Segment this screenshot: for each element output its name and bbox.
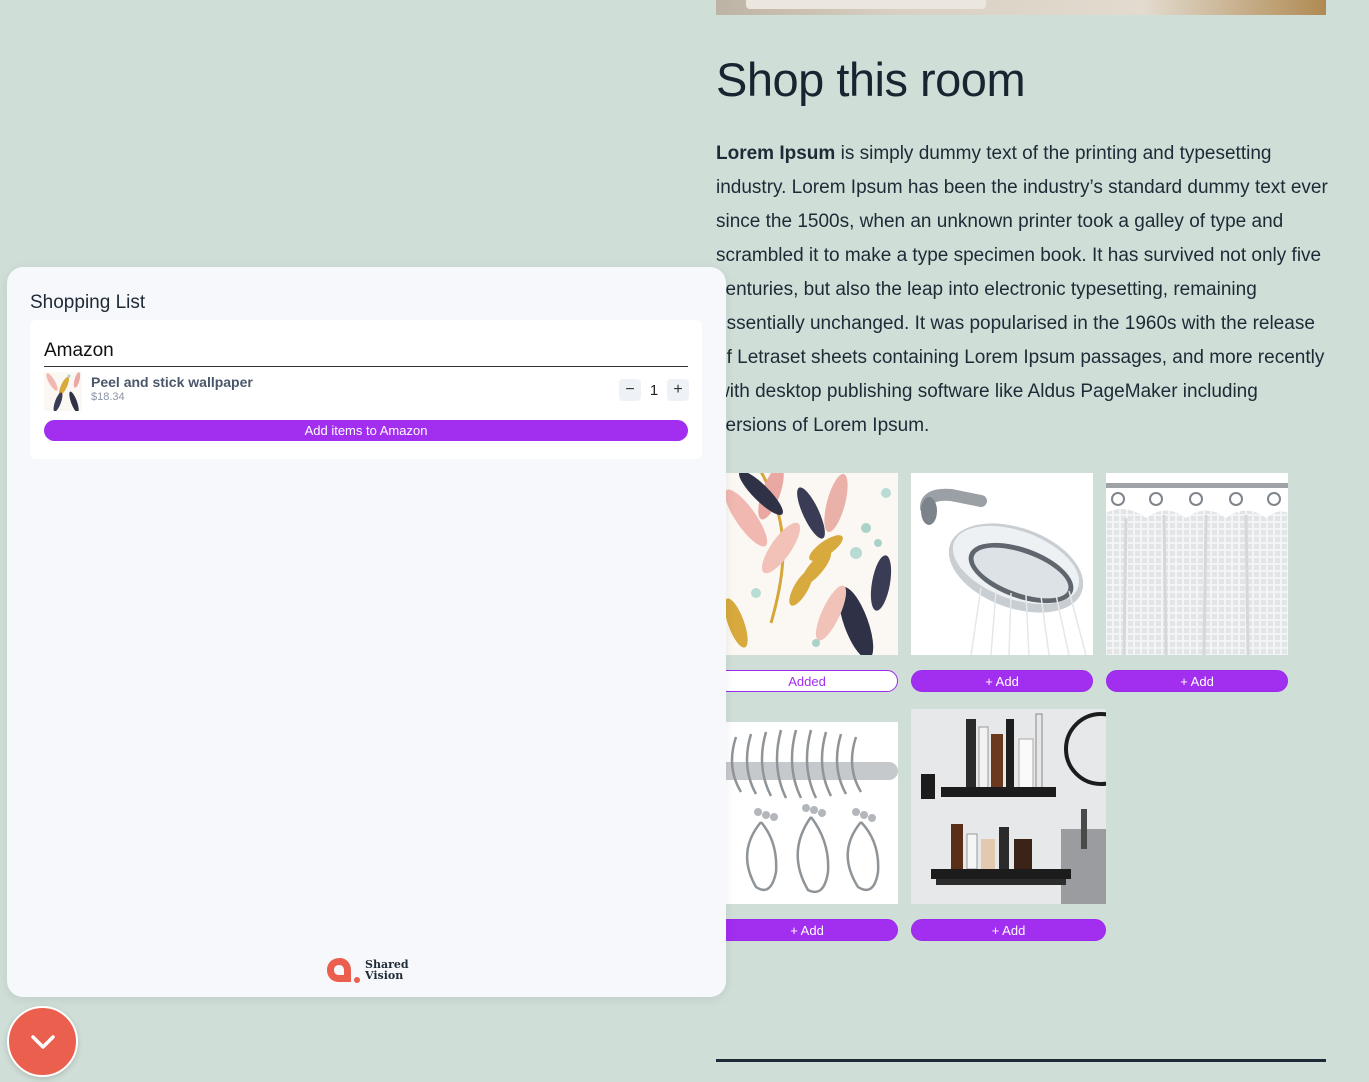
room-description: Lorem Ipsum is simply dummy text of the … <box>716 137 1328 443</box>
add-button-shower-curtain[interactable]: + Add <box>1106 670 1288 692</box>
curtain-rings-image[interactable] <box>716 722 898 904</box>
section-divider <box>716 1059 1326 1062</box>
brand-name-line2: Vision <box>365 969 404 982</box>
add-items-to-amazon-button[interactable]: Add items to Amazon <box>44 420 688 441</box>
item-price: $18.34 <box>91 391 125 403</box>
bathroom-shelf-image[interactable] <box>911 709 1106 904</box>
store-name: Amazon <box>44 340 114 361</box>
quantity-stepper: − 1 + <box>619 379 689 401</box>
add-button-shower-head[interactable]: + Add <box>911 670 1093 692</box>
decrement-button[interactable]: − <box>619 379 641 401</box>
added-button-wallpaper[interactable]: Added <box>716 670 898 692</box>
room-hero-image <box>716 0 1326 15</box>
collapse-panel-button[interactable] <box>7 1006 78 1077</box>
item-thumbnail <box>44 372 82 411</box>
add-button-bathroom-shelf[interactable]: + Add <box>911 919 1106 941</box>
chevron-down-icon <box>30 1034 55 1049</box>
shower-curtain-image[interactable] <box>1106 473 1288 655</box>
shared-vision-brand: Shared Vision <box>325 956 409 984</box>
increment-button[interactable]: + <box>667 379 689 401</box>
wallpaper-image[interactable] <box>716 473 898 655</box>
shopping-list-panel: Shopping List Amazon Peel and stick wall… <box>7 267 726 997</box>
shower-head-image[interactable] <box>911 473 1093 655</box>
store-divider <box>44 366 688 367</box>
page-title: Shop this room <box>716 53 1026 106</box>
description-lead: Lorem Ipsum <box>716 143 836 164</box>
quantity-value: 1 <box>649 381 659 399</box>
shared-vision-logo-icon <box>327 958 360 983</box>
add-button-curtain-rings[interactable]: + Add <box>716 919 898 941</box>
description-body: is simply dummy text of the printing and… <box>716 143 1328 436</box>
store-card-amazon: Amazon Peel and stick wallpaper $18.34 −… <box>30 320 702 459</box>
item-name: Peel and stick wallpaper <box>91 374 253 390</box>
shopping-list-title: Shopping List <box>30 292 146 313</box>
